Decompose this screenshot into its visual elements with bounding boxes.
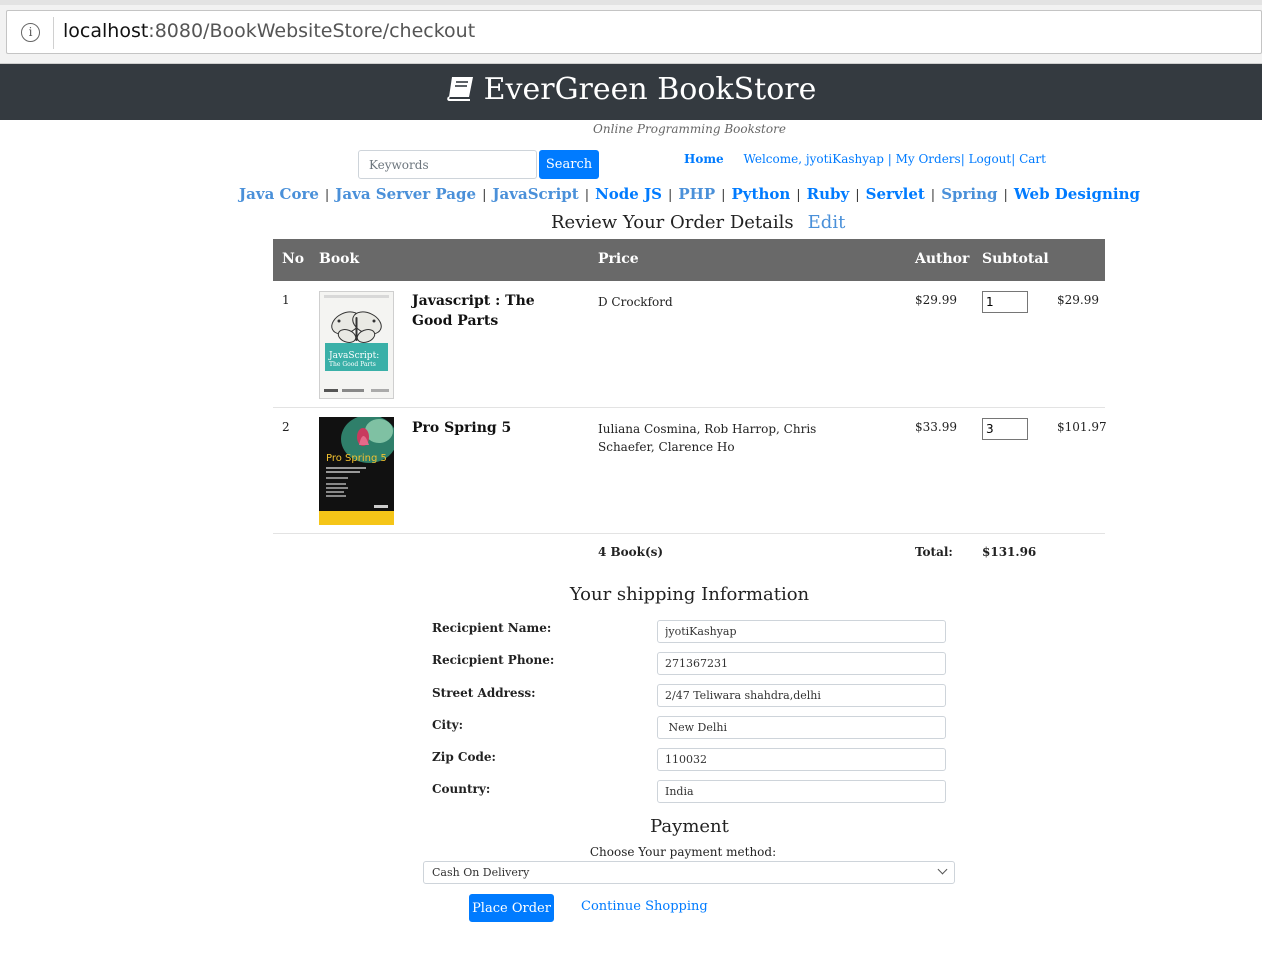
category-servlet[interactable]: Servlet: [866, 185, 925, 203]
category-separator: |: [796, 188, 801, 203]
cover-title: JavaScript:: [328, 351, 379, 361]
book-cover-javascript[interactable]: JavaScript: The Good Parts: [319, 291, 394, 399]
address-bar[interactable]: i localhost:8080/BookWebsiteStore/checko…: [6, 10, 1262, 54]
total-label: Total:: [915, 545, 953, 559]
category-nav: Java Core | Java Server Page | JavaScript | No…: [0, 185, 1262, 203]
user-nav: Home Welcome, jyotiKashyap | My Orders| …: [684, 152, 1046, 166]
quantity-input[interactable]: [982, 418, 1028, 440]
row-number: 1: [282, 293, 290, 307]
url-text[interactable]: localhost:8080/BookWebsiteStore/checkout: [63, 20, 475, 42]
cover-subtitle: The Good Parts: [329, 361, 376, 368]
order-table: No Book Price Author Subtotal 1 JavaScri…: [273, 239, 1107, 574]
category-python[interactable]: Python: [732, 185, 791, 203]
shipping-heading: Your shipping Information: [569, 584, 810, 605]
nav-separator: |: [960, 152, 969, 166]
browser-toolbar: i localhost:8080/BookWebsiteStore/checko…: [0, 0, 1262, 64]
search-button[interactable]: Search: [539, 150, 599, 179]
category-separator: |: [721, 188, 726, 203]
site-header: EverGreen BookStore: [0, 64, 1262, 120]
category-separator: |: [482, 188, 487, 203]
category-php[interactable]: PHP: [678, 185, 715, 203]
header-subtotal: Subtotal: [982, 251, 1049, 267]
payment-method-select[interactable]: Cash On Delivery: [423, 861, 955, 884]
payment-method-value: Cash On Delivery: [432, 866, 530, 879]
category-ruby[interactable]: Ruby: [807, 185, 850, 203]
street-address-field[interactable]: [657, 684, 946, 707]
url-host: localhost: [63, 20, 149, 42]
recipient-phone-field[interactable]: [657, 652, 946, 675]
category-java-server-page[interactable]: Java Server Page: [335, 185, 476, 203]
category-separator: |: [324, 188, 330, 203]
category-separator: |: [668, 188, 673, 203]
site-info-icon[interactable]: i: [21, 23, 40, 42]
header-no: No: [282, 251, 305, 267]
category-node-js[interactable]: Node JS: [595, 185, 662, 203]
order-total: $131.96: [982, 545, 1037, 559]
table-row: 2 Pro Spring 5 Pro Spring 5 Iuliana Cosm…: [273, 408, 1107, 534]
cover-title: Pro Spring 5: [326, 453, 387, 464]
book-title-link[interactable]: Pro Spring 5: [412, 418, 572, 438]
nav-separator: |: [1011, 152, 1020, 166]
payment-heading: Payment: [650, 816, 729, 837]
category-separator: |: [584, 188, 590, 203]
zip-code-label: Zip Code:: [432, 750, 496, 764]
recipient-name-label: Recicpient Name:: [432, 621, 552, 635]
header-author: Author: [915, 251, 970, 267]
site-title-text: EverGreen BookStore: [483, 72, 817, 107]
table-footer: 4 Book(s) Total: $131.96: [273, 534, 1105, 574]
category-web-designing[interactable]: Web Designing: [1014, 185, 1140, 203]
payment-method-label: Choose Your payment method:: [589, 845, 777, 859]
continue-shopping-link[interactable]: Continue Shopping: [581, 899, 708, 914]
city-label: City:: [432, 718, 464, 732]
recipient-phone-label: Recicpient Phone:: [432, 653, 555, 667]
table-header: No Book Price Author Subtotal: [273, 239, 1105, 281]
row-subtotal: $29.99: [1057, 293, 1099, 307]
place-order-button[interactable]: Place Order: [469, 894, 554, 922]
url-path: :8080/BookWebsiteStore/checkout: [148, 20, 476, 42]
category-java-core[interactable]: Java Core: [239, 185, 319, 203]
row-subtotal: $101.97: [1057, 420, 1107, 434]
tab-strip: [0, 0, 1262, 5]
site-title[interactable]: EverGreen BookStore: [0, 72, 1262, 107]
site-tagline: Online Programming Bookstore: [593, 122, 786, 136]
cart-link[interactable]: Cart: [1019, 152, 1046, 166]
review-heading: Review Your Order Details Edit: [551, 212, 845, 233]
book-icon: [446, 77, 473, 101]
row-number: 2: [282, 420, 290, 434]
book-count: 4 Book(s): [598, 545, 664, 559]
category-spring[interactable]: Spring: [941, 185, 997, 203]
nav-separator: |: [887, 152, 896, 166]
book-author: D Crockford: [598, 295, 673, 309]
category-javascript[interactable]: JavaScript: [492, 185, 578, 203]
home-link[interactable]: Home: [684, 152, 724, 166]
zip-code-field[interactable]: [657, 748, 946, 771]
recipient-name-field[interactable]: [657, 620, 946, 643]
street-address-label: Street Address:: [432, 686, 536, 700]
edit-order-link[interactable]: Edit: [808, 212, 846, 233]
book-cover-pro-spring[interactable]: Pro Spring 5: [319, 417, 394, 525]
address-bar-divider: [53, 17, 54, 49]
book-price: $29.99: [915, 293, 957, 307]
logout-link[interactable]: Logout: [969, 152, 1012, 166]
book-price: $33.99: [915, 420, 957, 434]
my-orders-link[interactable]: My Orders: [896, 152, 961, 166]
table-row: 1 JavaScript: The Good Parts Javascript …: [273, 281, 1105, 408]
chevron-down-icon: [937, 864, 948, 875]
country-label: Country:: [432, 782, 491, 796]
book-title-link[interactable]: Javascript : The Good Parts: [412, 291, 572, 331]
category-separator: |: [855, 188, 860, 203]
country-field[interactable]: [657, 780, 946, 803]
review-heading-text: Review Your Order Details: [551, 212, 794, 233]
book-author: Iuliana Cosmina, Rob Harrop, Chris Schae…: [598, 422, 817, 454]
header-price: Price: [598, 251, 639, 267]
welcome-text: Welcome, jyotiKashyap: [743, 152, 884, 166]
city-field[interactable]: [657, 716, 946, 739]
search-input[interactable]: [358, 150, 537, 179]
category-separator: |: [930, 188, 936, 203]
category-separator: |: [1003, 188, 1008, 203]
quantity-input[interactable]: [982, 291, 1028, 313]
header-book: Book: [319, 251, 360, 267]
